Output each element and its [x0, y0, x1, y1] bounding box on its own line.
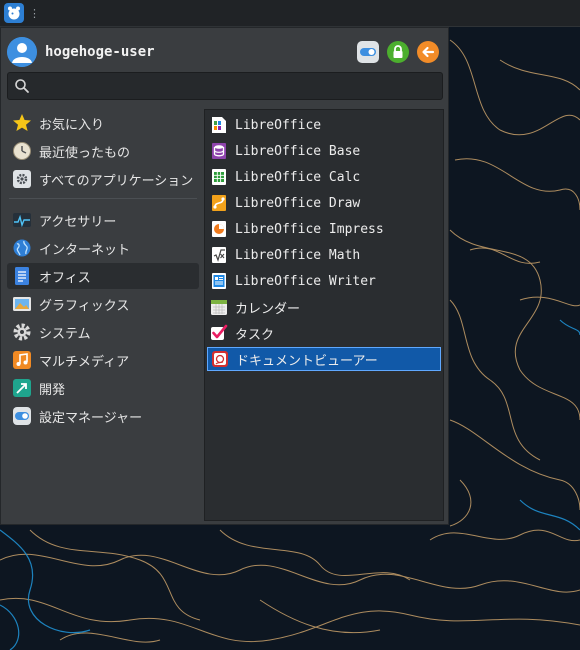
gear-icon	[11, 321, 33, 343]
application-list: LibreOffice LibreOffice Base LibreOffice…	[204, 109, 444, 521]
category-all-applications[interactable]: すべてのアプリケーション	[7, 166, 199, 192]
app-label: ドキュメントビューアー	[236, 353, 378, 369]
user-name: hogehoge-user	[45, 44, 155, 60]
category-label: 開発	[39, 382, 66, 398]
category-multimedia[interactable]: マルチメディア	[7, 347, 199, 373]
category-internet[interactable]: インターネット	[7, 235, 199, 261]
checkmark-icon	[209, 323, 229, 343]
app-libreoffice-draw[interactable]: LibreOffice Draw	[207, 191, 441, 215]
app-libreoffice-math[interactable]: LibreOffice Math	[207, 243, 441, 267]
libreoffice-base-icon	[209, 141, 229, 161]
app-libreoffice[interactable]: LibreOffice	[207, 113, 441, 137]
settings-manager-button[interactable]	[357, 41, 379, 63]
panel-handle-icon[interactable]: ⋮	[29, 7, 40, 20]
music-icon	[11, 349, 33, 371]
category-label: お気に入り	[39, 117, 105, 133]
category-office[interactable]: オフィス	[7, 263, 199, 289]
header-actions	[357, 41, 439, 63]
app-document-viewer[interactable]: ドキュメントビューアー	[207, 347, 441, 371]
category-label: グラフィックス	[39, 298, 130, 314]
category-label: 設定マネージャー	[39, 410, 143, 426]
category-system[interactable]: システム	[7, 319, 199, 345]
search-icon	[14, 78, 30, 94]
category-recent[interactable]: 最近使ったもの	[7, 138, 199, 164]
libreoffice-draw-icon	[209, 193, 229, 213]
toggle-icon	[357, 41, 379, 63]
search-box	[7, 72, 443, 100]
category-accessories[interactable]: アクセサリー	[7, 207, 199, 233]
libreoffice-impress-icon	[209, 219, 229, 239]
app-libreoffice-writer[interactable]: LibreOffice Writer	[207, 269, 441, 293]
document-icon	[11, 265, 33, 287]
app-libreoffice-impress[interactable]: LibreOffice Impress	[207, 217, 441, 241]
libreoffice-math-icon	[209, 245, 229, 265]
arrow-tool-icon	[11, 377, 33, 399]
libreoffice-writer-icon	[209, 271, 229, 291]
menu-header: hogehoge-user	[7, 36, 442, 68]
category-list: お気に入り 最近使ったもの すべてのアプリケーション アクセサリー インターネッ…	[7, 110, 199, 431]
category-label: オフィス	[39, 270, 91, 286]
app-libreoffice-base[interactable]: LibreOffice Base	[207, 139, 441, 163]
category-label: インターネット	[39, 242, 131, 258]
libreoffice-icon	[209, 115, 229, 135]
app-label: LibreOffice	[235, 117, 322, 133]
clock-icon	[11, 140, 33, 162]
logout-arrow-icon	[417, 41, 439, 63]
pulse-icon	[11, 209, 33, 231]
picture-icon	[11, 293, 33, 315]
document-viewer-icon	[210, 349, 230, 369]
app-label: LibreOffice Math	[235, 247, 361, 263]
app-label: LibreOffice Draw	[235, 195, 361, 211]
top-panel: ⋮	[0, 0, 580, 27]
whisker-menu-button[interactable]	[3, 2, 25, 24]
app-label: タスク	[235, 327, 275, 343]
category-label: すべてのアプリケーション	[39, 173, 194, 189]
whisker-menu: hogehoge-user お気に入り 最近使ったもの すべてのアプリケーション…	[0, 27, 449, 525]
gear-box-icon	[11, 168, 33, 190]
calendar-icon	[209, 297, 229, 317]
app-label: LibreOffice Base	[235, 143, 361, 159]
app-label: LibreOffice Impress	[235, 221, 384, 237]
user-avatar-icon	[7, 37, 37, 67]
star-icon	[11, 112, 33, 134]
category-divider	[9, 198, 197, 199]
toggle-icon	[11, 405, 33, 427]
libreoffice-calc-icon	[209, 167, 229, 187]
xfce-mouse-icon	[4, 3, 24, 23]
globe-icon	[11, 237, 33, 259]
category-favorites[interactable]: お気に入り	[7, 110, 199, 136]
category-settings-manager[interactable]: 設定マネージャー	[7, 403, 199, 429]
lock-icon	[387, 41, 409, 63]
app-libreoffice-calc[interactable]: LibreOffice Calc	[207, 165, 441, 189]
category-graphics[interactable]: グラフィックス	[7, 291, 199, 317]
app-label: カレンダー	[235, 301, 301, 317]
app-tasks[interactable]: タスク	[207, 321, 441, 345]
category-label: マルチメディア	[39, 354, 130, 370]
search-input[interactable]	[30, 78, 442, 94]
category-label: アクセサリー	[39, 214, 117, 230]
category-development[interactable]: 開発	[7, 375, 199, 401]
category-label: システム	[39, 326, 91, 342]
app-calendar[interactable]: カレンダー	[207, 295, 441, 319]
app-label: LibreOffice Writer	[235, 273, 376, 289]
category-label: 最近使ったもの	[39, 145, 131, 161]
lock-screen-button[interactable]	[387, 41, 409, 63]
app-label: LibreOffice Calc	[235, 169, 361, 185]
log-out-button[interactable]	[417, 41, 439, 63]
